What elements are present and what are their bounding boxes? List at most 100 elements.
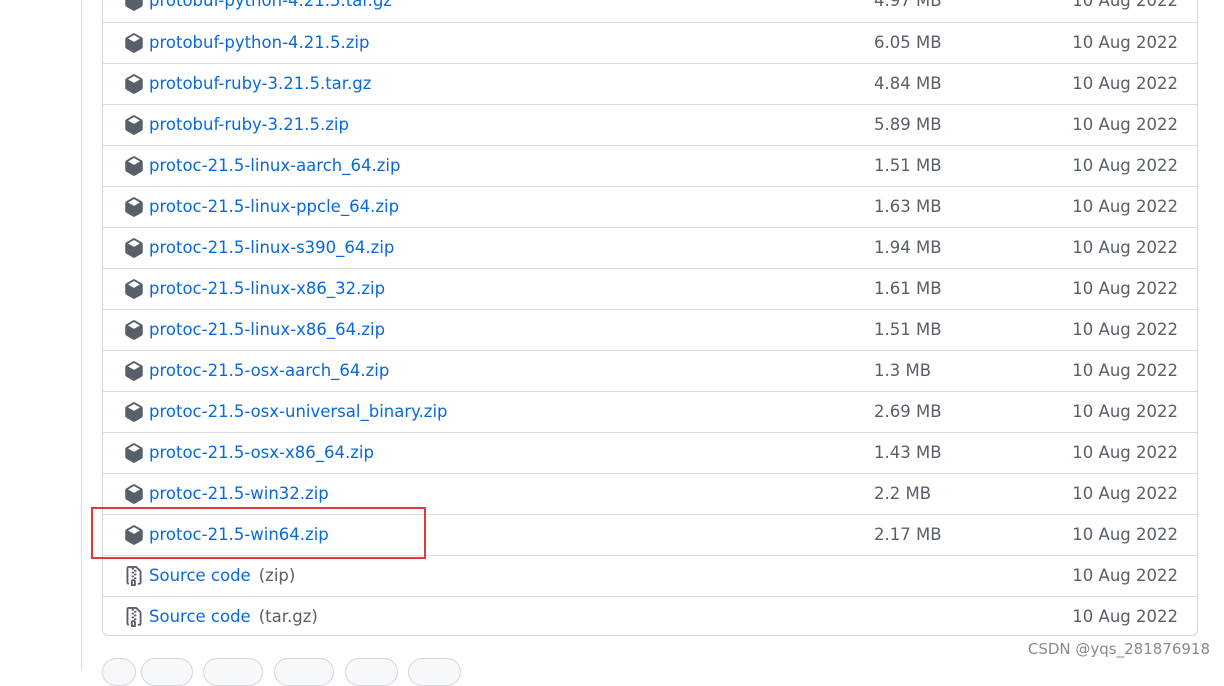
asset-date: 10 Aug 2022 — [1072, 74, 1178, 93]
asset-name: protoc-21.5-linux-s390_64.zip — [149, 238, 395, 257]
package-icon — [124, 197, 144, 217]
asset-date: 10 Aug 2022 — [1072, 607, 1178, 626]
asset-date: 10 Aug 2022 — [1072, 197, 1178, 216]
asset-size: 1.43 MB — [874, 443, 942, 462]
asset-size: 1.61 MB — [874, 279, 942, 298]
asset-row: protoc-21.5-linux-aarch_64.zip 1.51 MB 10 … — [103, 145, 1197, 186]
asset-download-link[interactable]: protoc-21.5-osx-universal_binary.zip — [149, 392, 448, 432]
asset-row: protoc-21.5-linux-s390_64.zip 1.94 MB 10 A… — [103, 227, 1197, 268]
asset-download-link[interactable]: protobuf-python-4.21.5.tar.gz — [149, 0, 392, 21]
asset-format: (tar.gz) — [258, 607, 318, 626]
asset-name: protoc-21.5-linux-aarch_64.zip — [149, 156, 401, 175]
asset-date: 10 Aug 2022 — [1072, 525, 1178, 544]
asset-size: 2.69 MB — [874, 402, 942, 421]
asset-date: 10 Aug 2022 — [1072, 402, 1178, 421]
asset-date: 10 Aug 2022 — [1072, 443, 1178, 462]
package-icon — [124, 33, 144, 53]
asset-name: protobuf-python-4.21.5.zip — [149, 33, 370, 52]
asset-size: 6.05 MB — [874, 33, 942, 52]
asset-download-link[interactable]: protoc-21.5-osx-x86_64.zip — [149, 433, 374, 473]
asset-name: protoc-21.5-linux-x86_64.zip — [149, 320, 386, 339]
asset-download-link[interactable]: Source code (zip) — [149, 556, 295, 596]
package-icon — [124, 115, 144, 135]
asset-row: protoc-21.5-osx-universal_binary.zip 2.69… — [103, 391, 1197, 432]
asset-download-link[interactable]: protobuf-python-4.21.5.zip — [149, 23, 369, 63]
asset-date: 10 Aug 2022 — [1072, 115, 1178, 134]
reaction-button[interactable] — [203, 658, 263, 686]
reaction-button[interactable] — [345, 658, 398, 686]
asset-name: Source code — [149, 607, 251, 626]
reaction-button[interactable] — [141, 658, 193, 686]
package-icon — [124, 320, 144, 340]
asset-name: protobuf-python-4.21.5.tar.gz — [149, 0, 392, 10]
package-icon — [124, 279, 144, 299]
asset-name: protoc-21.5-win32.zip — [149, 484, 329, 503]
asset-name: protobuf-ruby-3.21.5.tar.gz — [149, 74, 372, 93]
asset-download-link[interactable]: Source code (tar.gz) — [149, 597, 318, 635]
asset-name: Source code — [149, 566, 251, 585]
asset-size: 1.94 MB — [874, 238, 942, 257]
asset-size: 2.17 MB — [874, 525, 942, 544]
asset-size: 5.89 MB — [874, 115, 942, 134]
asset-date: 10 Aug 2022 — [1072, 0, 1178, 10]
asset-download-link[interactable]: protobuf-ruby-3.21.5.tar.gz — [149, 64, 371, 104]
asset-row: protobuf-python-4.21.5.tar.gz 4.97 MB 10 A… — [103, 0, 1197, 22]
package-icon — [124, 525, 144, 545]
reaction-button[interactable] — [274, 658, 334, 686]
asset-row: protoc-21.5-win32.zip 2.2 MB 10 Aug 2022 — [103, 473, 1197, 514]
asset-row: protoc-21.5-osx-aarch_64.zip 1.3 MB 10 Aug… — [103, 350, 1197, 391]
asset-download-link[interactable]: protoc-21.5-win32.zip — [149, 474, 329, 514]
package-icon — [124, 484, 144, 504]
asset-size: 1.3 MB — [874, 361, 932, 380]
release-assets-list: protobuf-python-4.21.5.tar.gz 4.97 MB 10 A… — [102, 0, 1198, 636]
page-left-border — [81, 0, 82, 670]
asset-download-link[interactable]: protoc-21.5-linux-x86_64.zip — [149, 310, 385, 350]
asset-date: 10 Aug 2022 — [1072, 566, 1178, 585]
asset-row: protobuf-python-4.21.5.zip 6.05 MB 10 Aug … — [103, 22, 1197, 63]
asset-name: protoc-21.5-win64.zip — [149, 525, 329, 544]
asset-row: protoc-21.5-linux-x86_32.zip 1.61 MB 10 Au… — [103, 268, 1197, 309]
asset-row: protoc-21.5-linux-x86_64.zip 1.51 MB 10 Au… — [103, 309, 1197, 350]
asset-row: Source code (zip) 10 Aug 2022 — [103, 555, 1197, 596]
package-icon — [124, 361, 144, 381]
package-icon — [124, 402, 144, 422]
asset-date: 10 Aug 2022 — [1072, 484, 1178, 503]
package-icon — [124, 74, 144, 94]
asset-size: 4.97 MB — [874, 0, 942, 10]
asset-date: 10 Aug 2022 — [1072, 156, 1178, 175]
file-zip-icon — [124, 566, 144, 586]
asset-date: 10 Aug 2022 — [1072, 320, 1178, 339]
asset-size: 1.51 MB — [874, 320, 942, 339]
package-icon — [124, 0, 144, 11]
asset-size: 4.84 MB — [874, 74, 942, 93]
file-zip-icon — [124, 607, 144, 627]
asset-name: protobuf-ruby-3.21.5.zip — [149, 115, 349, 134]
asset-row: protoc-21.5-osx-x86_64.zip 1.43 MB 10 Aug … — [103, 432, 1197, 473]
package-icon — [124, 443, 144, 463]
asset-size: 1.63 MB — [874, 197, 942, 216]
asset-row: Source code (tar.gz) 10 Aug 2022 — [103, 596, 1197, 635]
asset-date: 10 Aug 2022 — [1072, 238, 1178, 257]
asset-row: protobuf-ruby-3.21.5.tar.gz 4.84 MB 10 Aug… — [103, 63, 1197, 104]
package-icon — [124, 156, 144, 176]
reaction-button[interactable] — [408, 658, 461, 686]
asset-download-link[interactable]: protoc-21.5-linux-aarch_64.zip — [149, 146, 400, 186]
asset-download-link[interactable]: protoc-21.5-win64.zip — [149, 515, 329, 555]
asset-download-link[interactable]: protoc-21.5-linux-ppcle_64.zip — [149, 187, 399, 227]
asset-name: protoc-21.5-osx-x86_64.zip — [149, 443, 374, 462]
asset-size: 2.2 MB — [874, 484, 932, 503]
asset-format: (zip) — [258, 566, 296, 585]
asset-date: 10 Aug 2022 — [1072, 361, 1178, 380]
asset-name: protoc-21.5-linux-x86_32.zip — [149, 279, 386, 298]
asset-row: protoc-21.5-linux-ppcle_64.zip 1.63 MB 10 … — [103, 186, 1197, 227]
asset-name: protoc-21.5-osx-universal_binary.zip — [149, 402, 448, 421]
asset-name: protoc-21.5-osx-aarch_64.zip — [149, 361, 390, 380]
asset-download-link[interactable]: protobuf-ruby-3.21.5.zip — [149, 105, 349, 145]
asset-name: protoc-21.5-linux-ppcle_64.zip — [149, 197, 400, 216]
package-icon — [124, 238, 144, 258]
asset-size: 1.51 MB — [874, 156, 942, 175]
add-reaction-button[interactable] — [102, 658, 136, 686]
asset-download-link[interactable]: protoc-21.5-osx-aarch_64.zip — [149, 351, 389, 391]
asset-download-link[interactable]: protoc-21.5-linux-s390_64.zip — [149, 228, 394, 268]
asset-download-link[interactable]: protoc-21.5-linux-x86_32.zip — [149, 269, 385, 309]
